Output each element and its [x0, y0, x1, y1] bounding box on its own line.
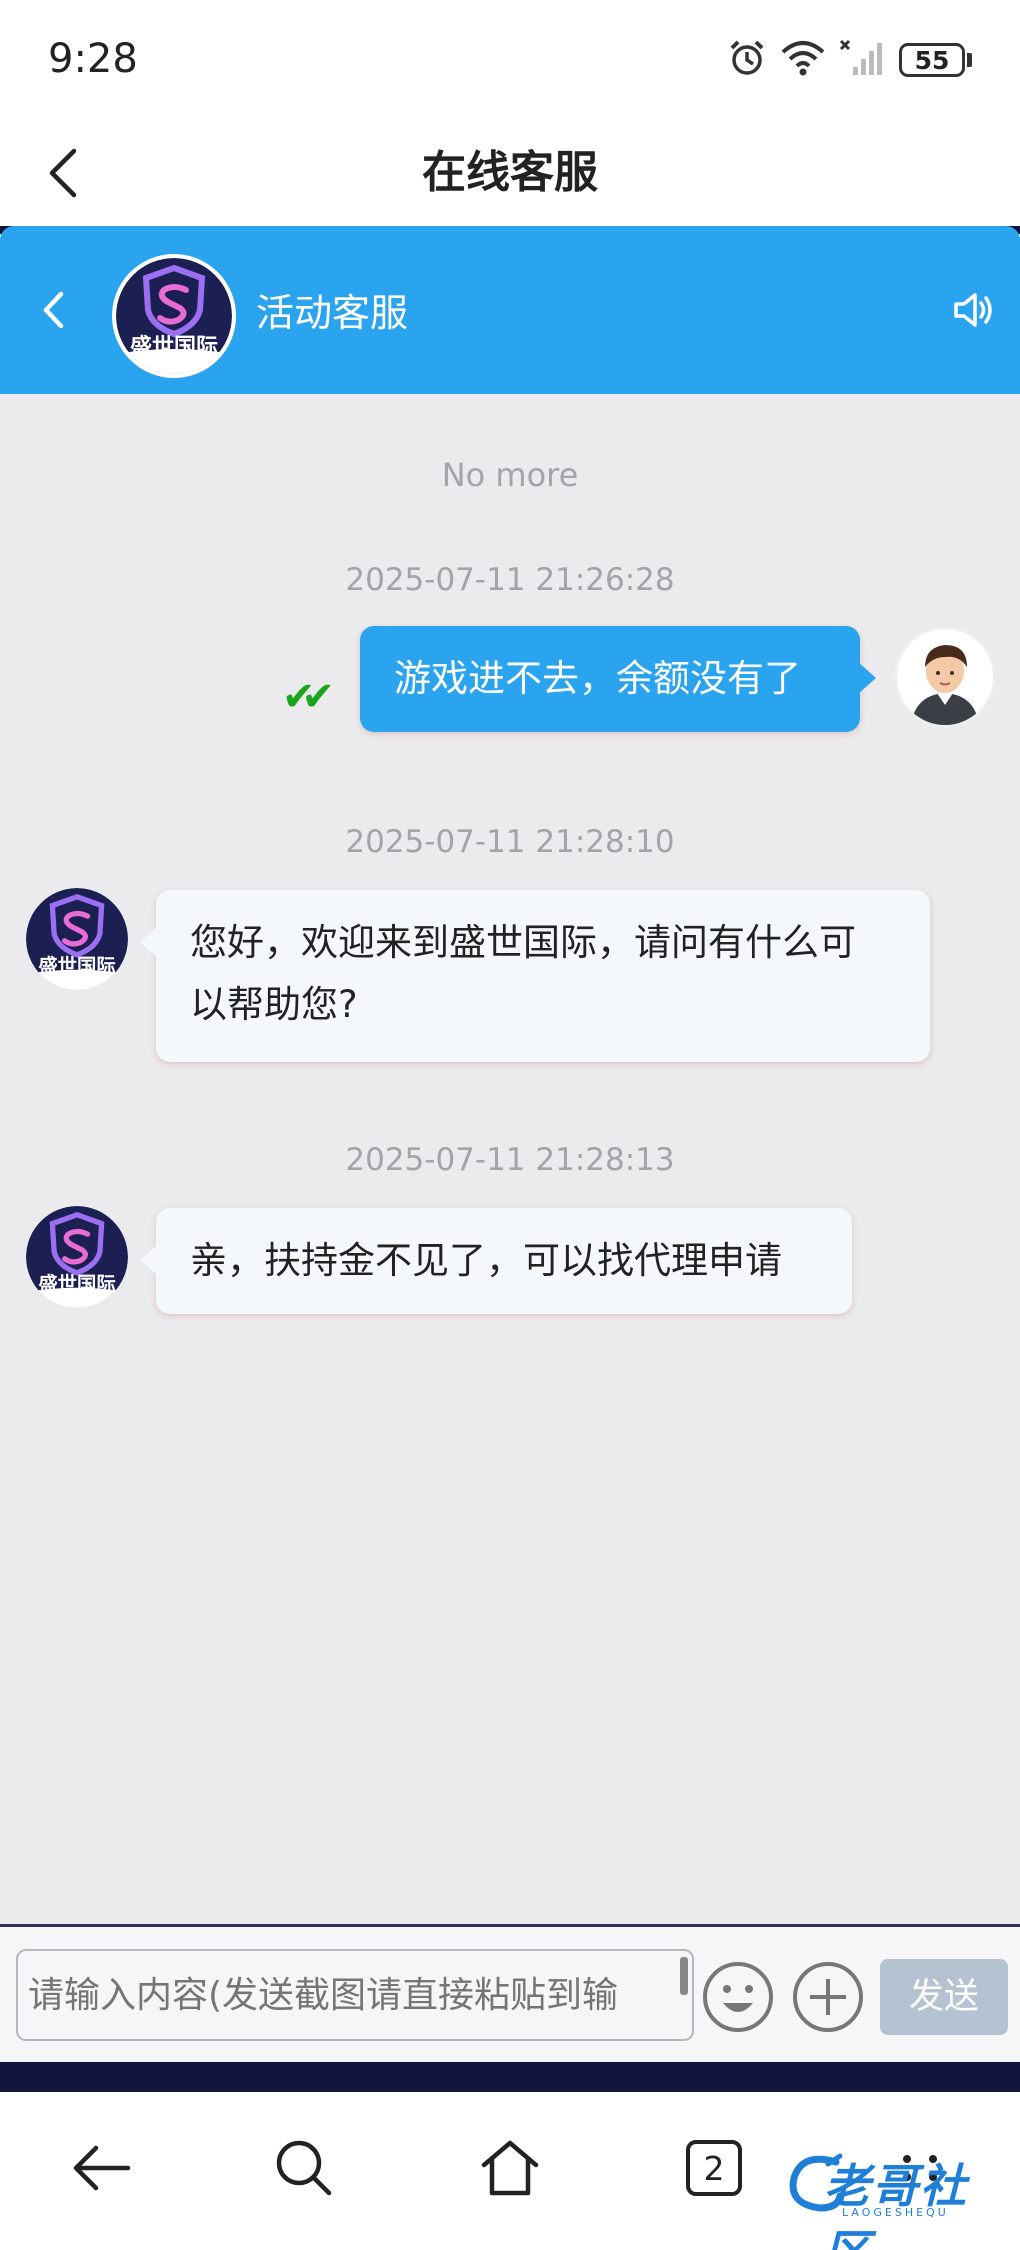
watermark-text: 老哥社区: [824, 2159, 968, 2250]
watermark-subtext: LAOGESHEQU: [842, 2206, 949, 2219]
agent-avatar-small: 盛世国际: [26, 1206, 128, 1308]
user-avatar-icon: [897, 629, 993, 725]
agent-name: 活动客服: [256, 291, 409, 335]
agent-avatar: 盛世国际: [112, 254, 236, 378]
message-text-line: 您好，欢迎来到盛世国际，请问有什么可: [190, 921, 856, 964]
nav-back-button[interactable]: [56, 2122, 148, 2214]
message-text: 亲，扶持金不见了，可以找代理申请: [190, 1239, 782, 1282]
wifi-icon: [781, 40, 825, 80]
page-title: 在线客服: [422, 147, 598, 198]
no-signal-icon: [839, 39, 885, 81]
shengshi-logo-icon: 盛世国际: [116, 258, 232, 374]
nav-search-button[interactable]: [258, 2122, 350, 2214]
bubble-tail: [140, 1244, 158, 1276]
speaker-icon: [954, 293, 992, 327]
shengshi-logo-icon: 盛世国际: [26, 1206, 128, 1308]
send-button[interactable]: 发送: [880, 1959, 1008, 2035]
message-timestamp: 2025-07-11 21:26:28: [345, 562, 675, 598]
battery-level: 55: [899, 43, 965, 77]
agent-avatar-small: 盛世国际: [26, 888, 128, 990]
emoji-button[interactable]: [700, 1959, 776, 2035]
search-icon: [276, 2140, 332, 2196]
battery-icon: 55: [899, 43, 972, 77]
shengshi-logo-icon: 盛世国际: [26, 888, 128, 990]
message-bubble-outgoing[interactable]: 游戏进不去，余额没有了: [360, 626, 876, 732]
svg-text:盛世国际: 盛世国际: [38, 954, 115, 977]
input-bar: 发送: [0, 1924, 1020, 2062]
no-more-label: No more: [441, 456, 579, 494]
battery-cap: [967, 53, 972, 67]
alarm-icon: [727, 38, 767, 82]
bottom-dark-strip: [0, 2062, 1020, 2092]
chat-body[interactable]: No more 2025-07-11 21:26:28 ✔✔ 游戏进不去，余额没…: [0, 394, 1020, 1924]
message-bubble-incoming[interactable]: 亲，扶持金不见了，可以找代理申请: [140, 1208, 852, 1314]
svg-text:盛世国际: 盛世国际: [130, 334, 218, 360]
input-scrollbar[interactable]: [680, 1957, 688, 1995]
chevron-left-icon: [43, 291, 64, 329]
status-bar: 9:28 55: [0, 0, 1020, 120]
bubble-tail: [858, 662, 876, 694]
nav-tabs-button[interactable]: 2: [668, 2122, 760, 2214]
plus-icon: [793, 1962, 863, 2032]
message-timestamp: 2025-07-11 21:28:13: [345, 1142, 675, 1178]
message-text: 游戏进不去，余额没有了: [394, 657, 801, 700]
bubble-tail: [140, 926, 158, 958]
message-timestamp: 2025-07-11 21:28:10: [345, 824, 675, 860]
message-text-line: 以帮助您?: [190, 983, 358, 1026]
svg-text:盛世国际: 盛世国际: [38, 1272, 115, 1295]
page: 9:28 55 在线客服 盛世国际 活动客服 No more 2025-07-1…: [0, 0, 1020, 2250]
arrow-left-icon: [73, 2145, 131, 2191]
message-input[interactable]: [16, 1949, 694, 2041]
nav-home-button[interactable]: [464, 2122, 556, 2214]
chat-back-button[interactable]: [28, 282, 78, 338]
status-time: 9:28: [48, 36, 138, 82]
emoji-icon: [703, 1962, 773, 2032]
message-bubble-incoming[interactable]: 您好，欢迎来到盛世国际，请问有什么可 以帮助您?: [140, 890, 930, 1062]
read-receipt-icon: ✔✔: [282, 674, 335, 720]
tab-count: 2: [686, 2140, 742, 2196]
add-attachment-button[interactable]: [790, 1959, 866, 2035]
sound-toggle-button[interactable]: [946, 282, 1002, 338]
user-avatar: [894, 626, 996, 728]
home-icon: [481, 2140, 539, 2196]
status-icons: 55: [727, 38, 972, 82]
title-bar: 在线客服: [0, 120, 1020, 226]
chat-header: 盛世国际 活动客服: [0, 226, 1020, 394]
watermark-logo: 老哥社区 LAOGESHEQU: [784, 2148, 1010, 2250]
